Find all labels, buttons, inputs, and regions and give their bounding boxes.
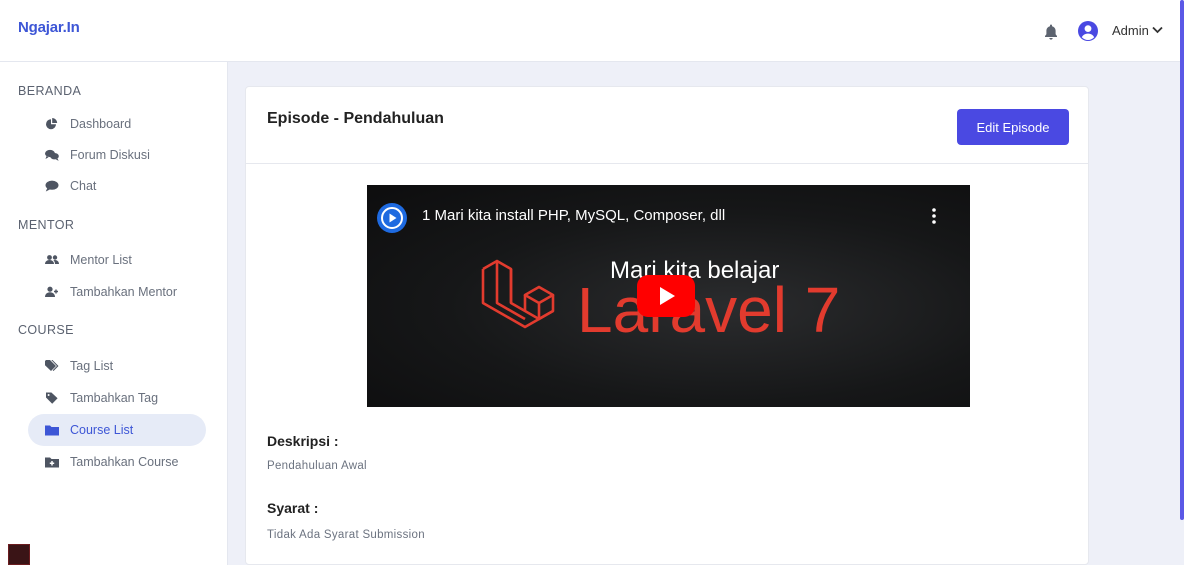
- chart-pie-icon: [46, 118, 58, 130]
- video-player[interactable]: 1 Mari kita install PHP, MySQL, Composer…: [367, 185, 970, 407]
- card-header: Episode - Pendahuluan Edit Episode: [246, 87, 1088, 164]
- channel-logo-icon[interactable]: [377, 203, 407, 233]
- sidebar-item-label: Course List: [70, 423, 134, 437]
- page-scrollbar[interactable]: [1180, 0, 1184, 520]
- tags-icon: [45, 360, 59, 371]
- brand-logo[interactable]: Ngajar.In: [18, 19, 80, 36]
- user-circle-icon[interactable]: [1078, 21, 1098, 41]
- sidebar-item-course-list[interactable]: Course List: [28, 414, 206, 446]
- sidebar-section-course: COURSE: [18, 323, 74, 337]
- tag-icon: [46, 392, 58, 404]
- sidebar-item-label: Forum Diskusi: [70, 148, 150, 162]
- sidebar-item-label: Chat: [70, 179, 97, 193]
- sidebar-section-beranda: BERANDA: [18, 84, 82, 98]
- sidebar-item-forum-diskusi[interactable]: Forum Diskusi: [28, 139, 206, 171]
- sidebar-item-label: Tag List: [70, 359, 114, 373]
- sidebar: BERANDA Dashboard Forum Diskusi Chat MEN…: [0, 62, 228, 565]
- sidebar-item-label: Mentor List: [70, 253, 132, 267]
- play-button-icon[interactable]: [637, 275, 695, 317]
- sidebar-item-label: Dashboard: [70, 117, 132, 131]
- description-label: Deskripsi :: [267, 433, 339, 449]
- bell-icon[interactable]: [1044, 24, 1058, 40]
- comment-icon: [45, 180, 59, 192]
- more-vertical-icon[interactable]: [931, 207, 937, 225]
- sidebar-item-label: Tambahkan Mentor: [70, 285, 178, 299]
- page-title: Episode - Pendahuluan: [267, 110, 444, 127]
- user-plus-icon: [45, 286, 58, 297]
- folder-icon: [45, 425, 59, 436]
- users-icon: [45, 255, 59, 264]
- sidebar-item-tag-list[interactable]: Tag List: [28, 350, 206, 382]
- video-heading: Laravel 7: [577, 274, 841, 346]
- sidebar-item-tambahkan-tag[interactable]: Tambahkan Tag: [28, 382, 206, 414]
- user-name[interactable]: Admin: [1112, 23, 1149, 38]
- episode-card: Episode - Pendahuluan Edit Episode 1 Mar…: [245, 86, 1089, 565]
- sidebar-item-tambahkan-course[interactable]: Tambahkan Course: [28, 446, 206, 478]
- sidebar-item-mentor-list[interactable]: Mentor List: [28, 244, 206, 276]
- video-title[interactable]: 1 Mari kita install PHP, MySQL, Composer…: [422, 207, 725, 224]
- chevron-down-icon[interactable]: [1152, 26, 1163, 34]
- edit-episode-button[interactable]: Edit Episode: [957, 109, 1069, 145]
- folder-plus-icon: [45, 457, 59, 468]
- laravel-logo-icon: [481, 259, 555, 329]
- top-navbar: Ngajar.In Admin: [0, 0, 1184, 62]
- comments-icon: [45, 149, 59, 161]
- sidebar-section-mentor: MENTOR: [18, 218, 75, 232]
- sidebar-item-chat[interactable]: Chat: [28, 170, 206, 202]
- corner-app-icon: [8, 544, 30, 565]
- requirement-label: Syarat :: [267, 500, 319, 516]
- description-value: Pendahuluan Awal: [267, 460, 367, 472]
- requirement-value: Tidak Ada Syarat Submission: [267, 529, 425, 541]
- sidebar-item-label: Tambahkan Tag: [70, 391, 159, 405]
- sidebar-item-dashboard[interactable]: Dashboard: [28, 108, 206, 140]
- sidebar-item-label: Tambahkan Course: [70, 455, 179, 469]
- sidebar-item-tambahkan-mentor[interactable]: Tambahkan Mentor: [28, 276, 206, 308]
